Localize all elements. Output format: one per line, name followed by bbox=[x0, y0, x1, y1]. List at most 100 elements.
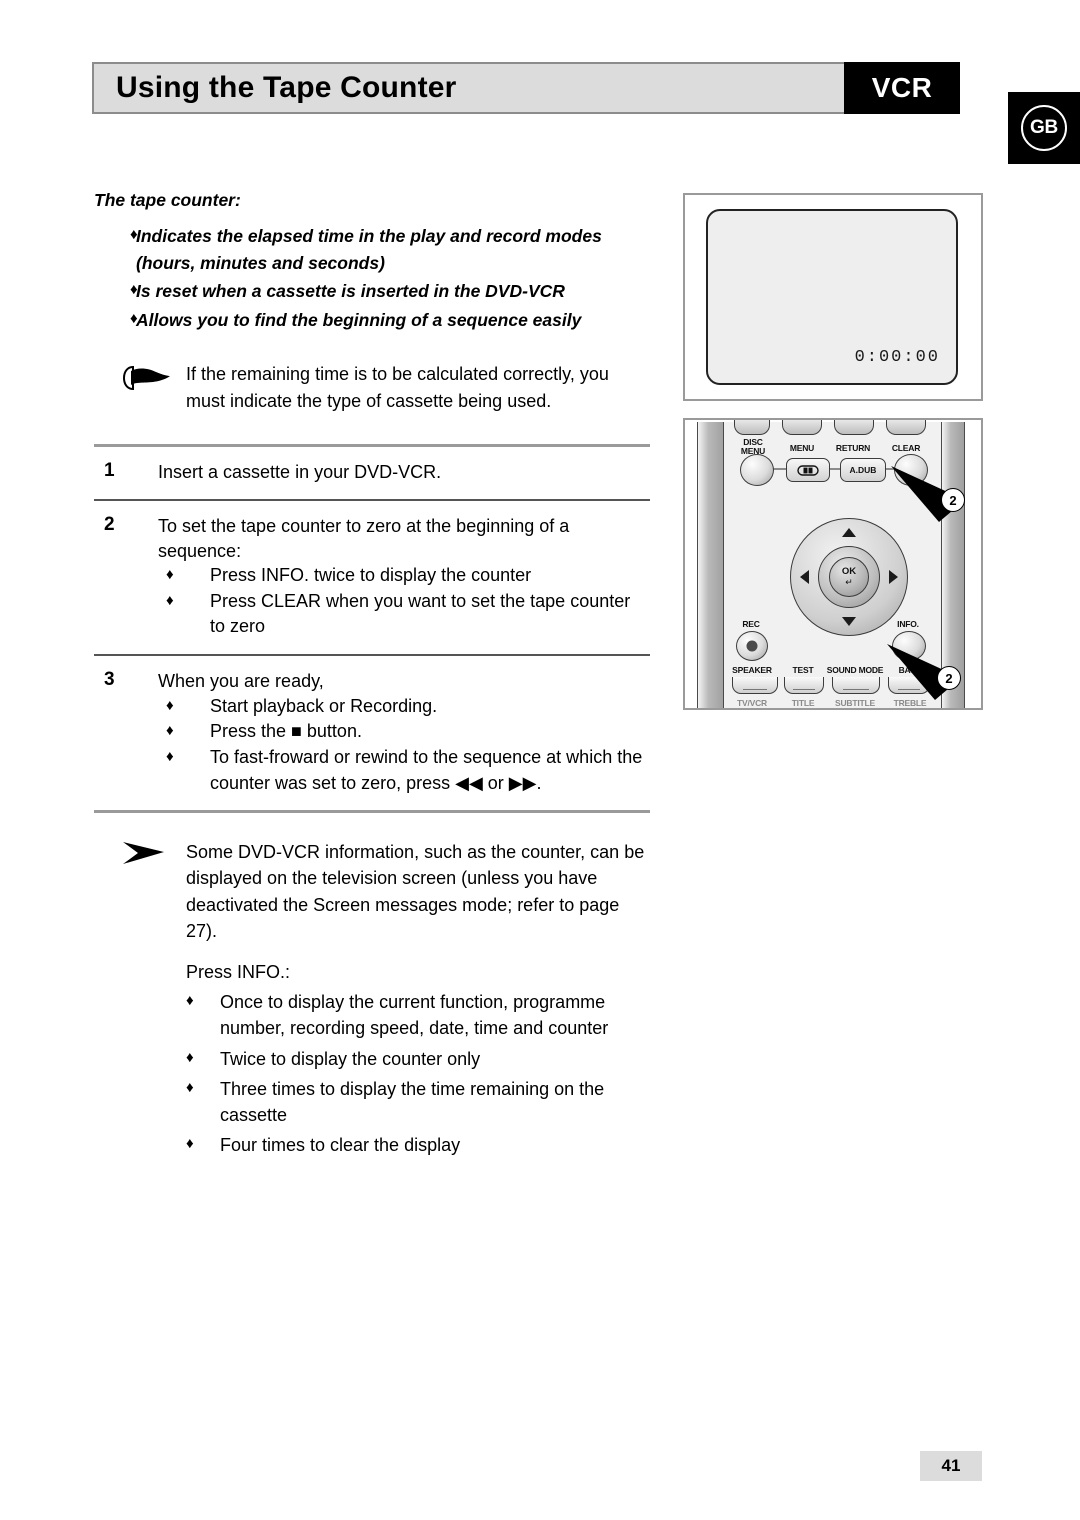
remote-control-figure: DISC MENU MENU RETURN CLEAR A.DUB OK ↵ R… bbox=[683, 418, 983, 710]
step-number: 1 bbox=[104, 459, 115, 481]
diamond-bullet-icon: ♦ bbox=[166, 591, 174, 609]
list-item-label: Press the ■ button. bbox=[210, 721, 362, 742]
remote-left-edge bbox=[697, 422, 725, 708]
page-title-container: Using the Tape Counter bbox=[92, 62, 844, 114]
press-info-label: Press INFO.: bbox=[186, 962, 291, 983]
step-bullet-list: ♦ Start playback or Recording. ♦ Press t… bbox=[158, 694, 650, 796]
record-dot-icon bbox=[746, 640, 758, 652]
arrow-note-body: Some DVD-VCR information, such as the co… bbox=[186, 839, 650, 1163]
diamond-bullet-icon: ♦ bbox=[130, 281, 138, 299]
list-item-label: Is reset when a cassette is inserted in … bbox=[136, 281, 565, 302]
region-badge-label: GB bbox=[1021, 105, 1067, 151]
list-item: ♦ Indicates the elapsed time in the play… bbox=[94, 223, 650, 276]
tv-vcr-label: TV/VCR bbox=[737, 698, 767, 708]
nav-up-icon[interactable] bbox=[842, 528, 856, 537]
hand-note: If the remaining time is to be calculate… bbox=[94, 361, 650, 414]
menu-button[interactable] bbox=[786, 458, 830, 482]
hand-note-text: If the remaining time is to be calculate… bbox=[186, 364, 609, 411]
diamond-bullet-icon: ♦ bbox=[130, 309, 138, 327]
step-bullet-list: ♦ Press INFO. twice to display the count… bbox=[158, 563, 650, 640]
page-number-container: 41 bbox=[920, 1451, 982, 1481]
nav-left-icon[interactable] bbox=[800, 570, 809, 584]
rec-label: REC bbox=[742, 619, 760, 629]
adub-button[interactable]: A.DUB bbox=[840, 458, 886, 482]
nav-down-icon[interactable] bbox=[842, 617, 856, 626]
list-item: ♦ Press CLEAR when you want to set the t… bbox=[158, 589, 650, 640]
callout-info: 2 bbox=[885, 642, 977, 708]
page-number: 41 bbox=[941, 1456, 961, 1475]
list-item-label: Press CLEAR when you want to set the tap… bbox=[210, 590, 631, 637]
navigation-pad[interactable]: OK ↵ bbox=[790, 518, 908, 636]
sound-mode-label: SOUND MODE bbox=[826, 665, 884, 675]
region-badge: GB bbox=[1008, 92, 1080, 164]
subtitle-label: SUBTITLE bbox=[835, 698, 875, 708]
step-lead-text: When you are ready, bbox=[158, 671, 324, 692]
list-item: ♦ Is reset when a cassette is inserted i… bbox=[94, 278, 650, 305]
test-button[interactable] bbox=[784, 677, 824, 694]
list-item-label: Once to display the current function, pr… bbox=[220, 992, 609, 1039]
navigation-pad-inner: OK ↵ bbox=[818, 546, 880, 608]
step-row: 2 To set the tape counter to zero at the… bbox=[94, 501, 650, 654]
mode-badge-label: VCR bbox=[871, 72, 933, 103]
step-row: 3 When you are ready, ♦ Start playback o… bbox=[94, 656, 650, 810]
diamond-bullet-icon: ♦ bbox=[166, 566, 174, 584]
list-item-label: To fast-froward or rewind to the sequenc… bbox=[210, 746, 643, 793]
diamond-bullet-icon: ♦ bbox=[130, 226, 138, 243]
diamond-bullet-icon: ♦ bbox=[166, 747, 174, 765]
list-item: ♦ Press the ■ button. bbox=[158, 719, 650, 745]
speaker-button[interactable] bbox=[732, 677, 778, 694]
diamond-bullet-icon: ♦ bbox=[186, 1078, 194, 1096]
list-item: ♦ Three times to display the time remain… bbox=[186, 1076, 650, 1129]
list-item-label: Twice to display the counter only bbox=[220, 1048, 481, 1069]
list-item-label: Start playback or Recording. bbox=[210, 695, 438, 716]
content-column: The tape counter: ♦ Indicates the elapse… bbox=[94, 190, 650, 1163]
list-item: ♦ Four times to clear the display bbox=[186, 1132, 650, 1158]
top-row-button-1[interactable] bbox=[734, 420, 770, 435]
top-row-button-2[interactable] bbox=[782, 420, 822, 435]
page-header: Using the Tape Counter VCR bbox=[92, 62, 960, 114]
callout-number: 2 bbox=[941, 488, 965, 512]
step-lead-text: To set the tape counter to zero at the b… bbox=[158, 515, 570, 561]
tape-counter-display: 0:00:00 bbox=[854, 348, 940, 367]
intro-heading: The tape counter: bbox=[94, 190, 241, 210]
page-title: Using the Tape Counter bbox=[116, 71, 457, 104]
step-body: When you are ready, ♦ Start playback or … bbox=[158, 669, 650, 796]
divider bbox=[94, 810, 650, 814]
nav-right-icon[interactable] bbox=[889, 570, 898, 584]
arrow-note: Some DVD-VCR information, such as the co… bbox=[94, 839, 650, 1163]
top-row-button-3[interactable] bbox=[834, 420, 874, 435]
clear-label: CLEAR bbox=[891, 443, 921, 453]
menu-label: MENU bbox=[789, 443, 815, 453]
list-item: ♦ To fast-froward or rewind to the seque… bbox=[158, 745, 650, 796]
list-item-label: Four times to clear the display bbox=[220, 1135, 461, 1156]
ok-button[interactable]: OK ↵ bbox=[829, 557, 869, 597]
list-item: ♦ Twice to display the counter only bbox=[186, 1046, 650, 1072]
step-number: 2 bbox=[104, 513, 115, 535]
mode-badge-container: VCR bbox=[844, 62, 960, 114]
speaker-label: SPEAKER bbox=[732, 665, 772, 675]
arrow-note-paragraph: Some DVD-VCR information, such as the co… bbox=[186, 842, 645, 941]
menu-glyph-icon bbox=[797, 464, 819, 476]
list-item: ♦ Press INFO. twice to display the count… bbox=[158, 563, 650, 589]
rec-button[interactable] bbox=[736, 631, 768, 661]
title-label: TITLE bbox=[791, 698, 815, 708]
adub-label: A.DUB bbox=[849, 465, 877, 475]
step-body: Insert a cassette in your DVD-VCR. bbox=[158, 460, 650, 485]
step-row: 1 Insert a cassette in your DVD-VCR. bbox=[94, 447, 650, 499]
callout-number: 2 bbox=[937, 666, 961, 690]
enter-icon: ↵ bbox=[845, 576, 853, 587]
pointing-hand-icon bbox=[94, 361, 186, 414]
tv-screen-figure: 0:00:00 bbox=[683, 193, 983, 401]
top-row-button-4[interactable] bbox=[886, 420, 926, 435]
step-lead-text: Insert a cassette in your DVD-VCR. bbox=[158, 461, 442, 482]
list-item-label: Three times to display the time remainin… bbox=[220, 1078, 605, 1126]
diamond-bullet-icon: ♦ bbox=[166, 696, 174, 714]
step-body: To set the tape counter to zero at the b… bbox=[158, 514, 650, 640]
list-item: ♦ Once to display the current function, … bbox=[186, 989, 650, 1042]
list-item-label: Press INFO. twice to display the counter bbox=[210, 565, 532, 586]
disc-menu-button[interactable] bbox=[740, 454, 774, 486]
intro-bullet-list: ♦ Indicates the elapsed time in the play… bbox=[94, 223, 650, 333]
sound-mode-button[interactable] bbox=[832, 677, 880, 694]
disc-menu-label: DISC MENU bbox=[740, 437, 766, 456]
list-item-label: Indicates the elapsed time in the play a… bbox=[136, 226, 602, 273]
